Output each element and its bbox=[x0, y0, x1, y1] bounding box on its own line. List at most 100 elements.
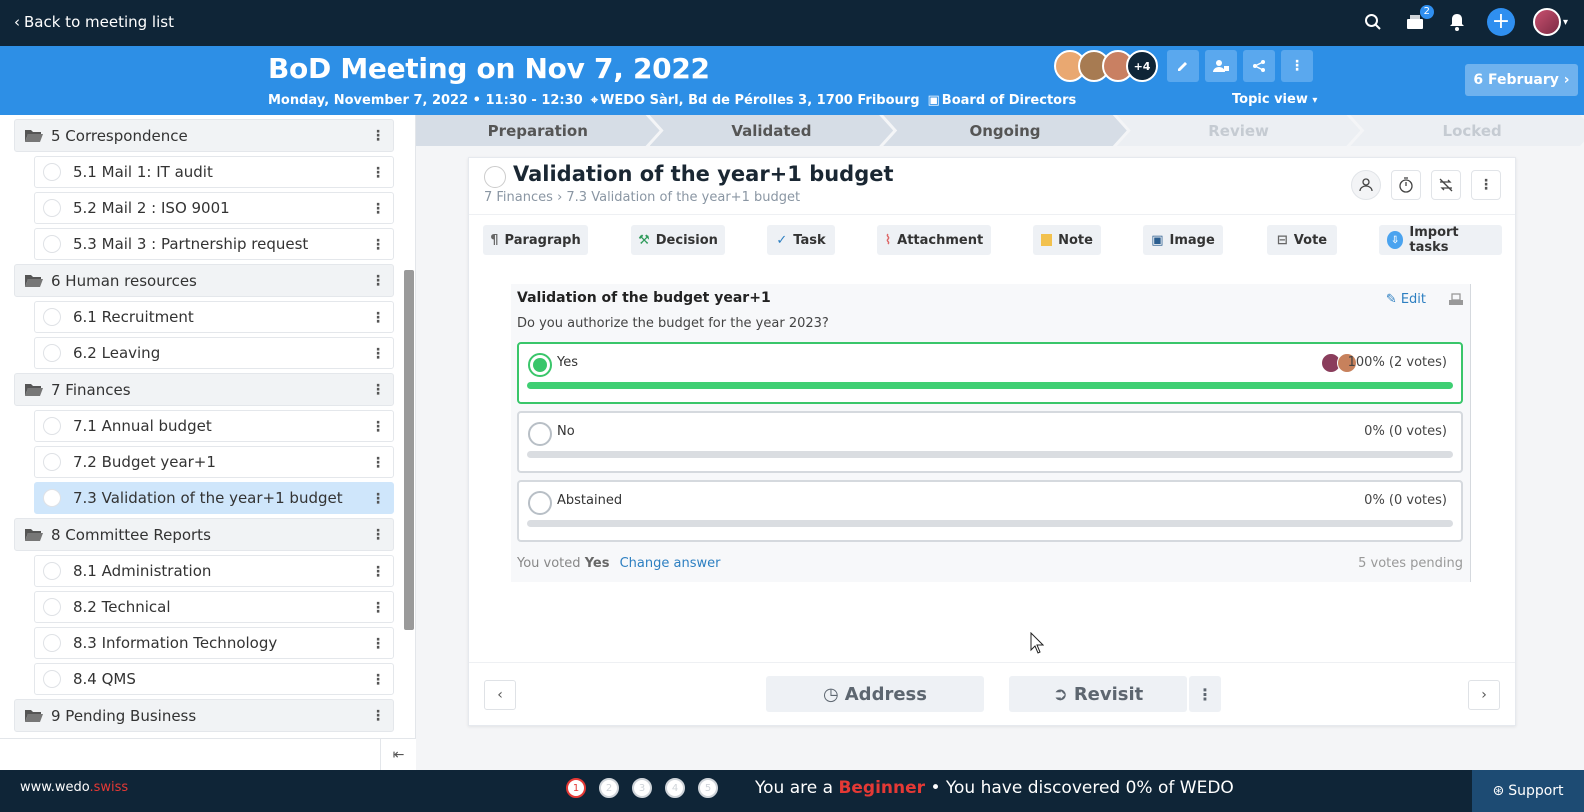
sidebar-section[interactable]: 8 Committee Reports ⋮ bbox=[14, 518, 394, 551]
import-tasks-button[interactable]: ⇩ Import tasks bbox=[1379, 225, 1502, 255]
back-to-meeting-list-link[interactable]: ‹ Back to meeting list bbox=[14, 13, 174, 31]
user-menu[interactable]: ▾ bbox=[1532, 8, 1568, 36]
repeat-off-icon[interactable] bbox=[1431, 170, 1461, 200]
address-button[interactable]: ◷ Address bbox=[766, 676, 984, 712]
previous-topic-button[interactable]: ‹ bbox=[484, 680, 516, 710]
add-button[interactable]: + bbox=[1486, 8, 1515, 36]
add-note-button[interactable]: Note bbox=[1033, 225, 1101, 255]
sidebar-item[interactable]: 7.3 Validation of the year+1 budget ⋮ bbox=[34, 482, 394, 514]
edit-vote-button[interactable]: ✎ Edit bbox=[1386, 292, 1426, 307]
topic-status-circle[interactable] bbox=[43, 489, 61, 507]
radio-button[interactable] bbox=[528, 491, 552, 515]
onboarding-step-dot[interactable]: 4 bbox=[665, 778, 685, 798]
sidebar-item[interactable]: 8.4 QMS ⋮ bbox=[34, 663, 394, 695]
sidebar-item[interactable]: 7.2 Budget year+1 ⋮ bbox=[34, 446, 394, 478]
sidebar-item[interactable]: 6.1 Recruitment ⋮ bbox=[34, 301, 394, 333]
sidebar-item[interactable]: 5.1 Mail 1: IT audit ⋮ bbox=[34, 156, 394, 188]
more-options-icon[interactable]: ⋮ bbox=[371, 672, 385, 688]
add-task-button[interactable]: ✓ Task bbox=[767, 225, 835, 255]
topic-status-circle[interactable] bbox=[43, 562, 61, 580]
topic-status-circle[interactable] bbox=[43, 453, 61, 471]
topic-status-circle[interactable] bbox=[43, 163, 61, 181]
topic-status-circle[interactable] bbox=[43, 634, 61, 652]
sidebar-section[interactable]: 5 Correspondence ⋮ bbox=[14, 119, 394, 152]
more-options-icon[interactable]: ⋮ bbox=[371, 527, 385, 543]
sidebar-section[interactable]: 9 Pending Business ⋮ bbox=[14, 699, 394, 732]
sidebar-section[interactable]: 7 Finances ⋮ bbox=[14, 373, 394, 406]
topic-status-circle[interactable] bbox=[43, 199, 61, 217]
more-options-icon[interactable]: ⋮ bbox=[371, 237, 385, 253]
step-validated[interactable]: Validated bbox=[650, 115, 894, 146]
search-icon[interactable] bbox=[1361, 10, 1385, 34]
change-answer-link[interactable]: Change answer bbox=[620, 556, 721, 571]
sidebar-item[interactable]: 6.2 Leaving ⋮ bbox=[34, 337, 394, 369]
next-meeting-button[interactable]: 6 February › bbox=[1465, 64, 1578, 96]
more-options-icon[interactable]: ⋮ bbox=[371, 346, 385, 362]
attendees[interactable]: +4 bbox=[1054, 50, 1158, 82]
more-options-icon[interactable]: ⋮ bbox=[1471, 170, 1501, 200]
topic-status-circle[interactable] bbox=[43, 235, 61, 253]
breadcrumb-topic[interactable]: 7.3 Validation of the year+1 budget bbox=[566, 190, 800, 205]
topic-status-circle[interactable] bbox=[43, 308, 61, 326]
more-options-icon[interactable]: ⋮ bbox=[371, 419, 385, 435]
step-locked[interactable]: Locked bbox=[1350, 115, 1584, 146]
more-options-icon[interactable]: ⋮ bbox=[371, 201, 385, 217]
topic-done-checkbox[interactable] bbox=[484, 166, 506, 188]
vote-option-yes[interactable]: Yes 100% (2 votes) bbox=[517, 342, 1463, 404]
user-lock-icon[interactable] bbox=[1205, 50, 1237, 82]
assign-user-icon[interactable] bbox=[1351, 170, 1381, 200]
more-options-icon[interactable]: ⋮ bbox=[371, 455, 385, 471]
add-attachment-button[interactable]: ⌇ Attachment bbox=[877, 225, 991, 255]
more-options-icon[interactable]: ⋮ bbox=[371, 273, 385, 289]
timer-icon[interactable] bbox=[1391, 170, 1421, 200]
sidebar-item[interactable]: 8.1 Administration ⋮ bbox=[34, 555, 394, 587]
step-preparation[interactable]: Preparation bbox=[416, 115, 660, 146]
onboarding-step-dot[interactable]: 5 bbox=[698, 778, 718, 798]
site-link[interactable]: www.wedo.swiss bbox=[20, 780, 128, 795]
onboarding-step-dot[interactable]: 2 bbox=[599, 778, 619, 798]
more-options-icon[interactable]: ⋮ bbox=[371, 564, 385, 580]
add-image-button[interactable]: ▣ Image bbox=[1143, 225, 1223, 255]
more-options-icon[interactable]: ⋮ bbox=[371, 600, 385, 616]
topic-view-dropdown[interactable]: Topic view ▾ bbox=[1232, 92, 1317, 107]
sidebar-item[interactable]: 8.2 Technical ⋮ bbox=[34, 591, 394, 623]
sidebar-item[interactable]: 7.1 Annual budget ⋮ bbox=[34, 410, 394, 442]
topic-status-circle[interactable] bbox=[43, 417, 61, 435]
add-vote-button[interactable]: ⊟ Vote bbox=[1267, 225, 1337, 255]
more-options-icon[interactable]: ⋮ bbox=[371, 636, 385, 652]
pencil-icon[interactable] bbox=[1167, 50, 1199, 82]
add-paragraph-button[interactable]: ¶ Paragraph bbox=[483, 225, 588, 255]
radio-button[interactable] bbox=[528, 422, 552, 446]
sidebar-item[interactable]: 8.3 Information Technology ⋮ bbox=[34, 627, 394, 659]
breadcrumb-section[interactable]: 7 Finances bbox=[484, 190, 553, 205]
more-options-icon[interactable]: ⋮ bbox=[371, 708, 385, 724]
scrollbar[interactable] bbox=[404, 270, 414, 630]
add-decision-button[interactable]: ⚒ Decision bbox=[631, 225, 725, 255]
share-icon[interactable] bbox=[1243, 50, 1275, 82]
inbox-icon[interactable]: 2 bbox=[1403, 5, 1434, 34]
more-options-icon[interactable]: ⋮ bbox=[371, 128, 385, 144]
vote-option-abstained[interactable]: Abstained 0% (0 votes) bbox=[517, 480, 1463, 542]
support-button[interactable]: ⊛ Support bbox=[1472, 770, 1584, 812]
sidebar-item[interactable]: 5.2 Mail 2 : ISO 9001 ⋮ bbox=[34, 192, 394, 224]
step-ongoing[interactable]: Ongoing bbox=[883, 115, 1127, 146]
more-options-icon[interactable]: ⋮ bbox=[371, 491, 385, 507]
bell-icon[interactable] bbox=[1445, 10, 1469, 34]
revisit-button[interactable]: ➲ Revisit bbox=[1009, 676, 1187, 712]
more-options-icon[interactable]: ⋮ bbox=[371, 382, 385, 398]
collapse-sidebar-icon[interactable]: ⇤ bbox=[380, 739, 416, 771]
sidebar-section[interactable]: 6 Human resources ⋮ bbox=[14, 264, 394, 297]
more-options-icon[interactable]: ⋮ bbox=[1281, 50, 1313, 82]
topic-status-circle[interactable] bbox=[43, 344, 61, 362]
step-review[interactable]: Review bbox=[1117, 115, 1361, 146]
sidebar-item[interactable]: 5.3 Mail 3 : Partnership request ⋮ bbox=[34, 228, 394, 260]
more-options-icon[interactable]: ⋮ bbox=[1189, 676, 1221, 712]
more-options-icon[interactable]: ⋮ bbox=[371, 310, 385, 326]
topic-status-circle[interactable] bbox=[43, 670, 61, 688]
onboarding-step-dot[interactable]: 3 bbox=[632, 778, 652, 798]
radio-button[interactable] bbox=[528, 353, 552, 377]
topic-status-circle[interactable] bbox=[43, 598, 61, 616]
vote-option-no[interactable]: No 0% (0 votes) bbox=[517, 411, 1463, 473]
onboarding-step-dot[interactable]: 1 bbox=[566, 778, 586, 798]
more-options-icon[interactable]: ⋮ bbox=[371, 165, 385, 181]
